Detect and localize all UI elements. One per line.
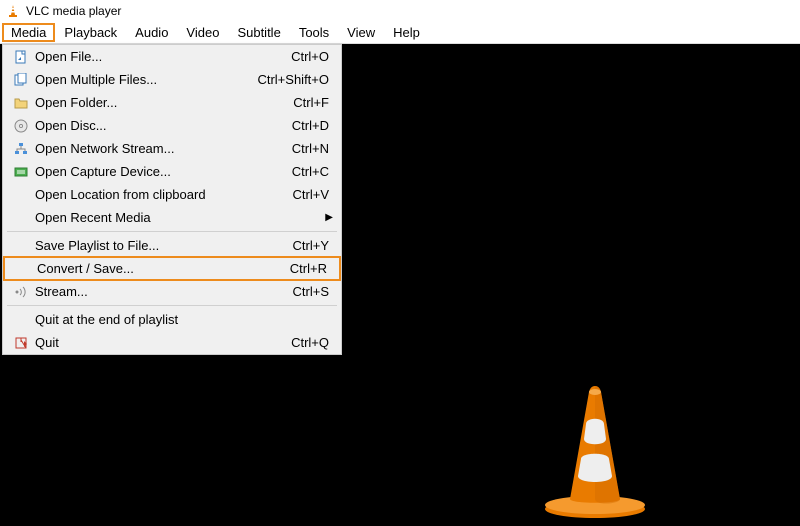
titlebar: VLC media player [0,0,800,22]
menu-item-stream[interactable]: Stream...Ctrl+S [3,280,341,303]
menu-audio[interactable]: Audio [126,23,177,42]
capture-icon [11,165,31,179]
window-title: VLC media player [26,4,121,18]
menu-item-label: Open Recent Media [31,210,333,225]
menu-item-label: Quit [31,335,291,350]
file-icon [11,50,31,64]
menu-item-label: Stream... [31,284,293,299]
menu-video[interactable]: Video [177,23,228,42]
files-icon [11,73,31,87]
menu-item-open-multiple-files[interactable]: Open Multiple Files...Ctrl+Shift+O [3,68,341,91]
menu-item-shortcut: Ctrl+D [292,118,333,133]
quit-icon [11,336,31,350]
menu-item-label: Open Folder... [31,95,293,110]
menu-item-open-folder[interactable]: Open Folder...Ctrl+F [3,91,341,114]
menu-item-shortcut: Ctrl+Q [291,335,333,350]
media-dropdown-menu: Open File...Ctrl+OOpen Multiple Files...… [2,44,342,355]
menubar: MediaPlaybackAudioVideoSubtitleToolsView… [0,22,800,44]
disc-icon [11,119,31,133]
menu-item-shortcut: Ctrl+N [292,141,333,156]
menu-item-label: Quit at the end of playlist [31,312,333,327]
menu-playback[interactable]: Playback [55,23,126,42]
menu-item-open-network-stream[interactable]: Open Network Stream...Ctrl+N [3,137,341,160]
menu-item-save-playlist-to-file[interactable]: Save Playlist to File...Ctrl+Y [3,234,341,257]
menu-view[interactable]: View [338,23,384,42]
menu-item-label: Open Disc... [31,118,292,133]
menu-item-label: Open Capture Device... [31,164,292,179]
menu-item-shortcut: Ctrl+C [292,164,333,179]
menu-item-open-capture-device[interactable]: Open Capture Device...Ctrl+C [3,160,341,183]
vlc-cone-logo [540,384,650,519]
menu-subtitle[interactable]: Subtitle [228,23,289,42]
menu-item-label: Open Multiple Files... [31,72,257,87]
menu-item-quit-at-the-end-of-playlist[interactable]: Quit at the end of playlist [3,308,341,331]
menu-separator [7,305,337,306]
vlc-cone-icon [6,4,20,18]
menu-item-shortcut: Ctrl+S [293,284,333,299]
network-icon [11,142,31,156]
video-area: Open File...Ctrl+OOpen Multiple Files...… [0,44,800,526]
menu-item-label: Open Network Stream... [31,141,292,156]
menu-media[interactable]: Media [2,23,55,42]
menu-item-label: Open Location from clipboard [31,187,293,202]
stream-icon [11,285,31,299]
menu-item-open-disc[interactable]: Open Disc...Ctrl+D [3,114,341,137]
menu-item-label: Open File... [31,49,291,64]
menu-item-open-recent-media[interactable]: Open Recent Media▶ [3,206,341,229]
menu-item-open-file[interactable]: Open File...Ctrl+O [3,45,341,68]
menu-item-label: Convert / Save... [33,261,290,276]
menu-tools[interactable]: Tools [290,23,338,42]
menu-help[interactable]: Help [384,23,429,42]
menu-separator [7,231,337,232]
menu-item-shortcut: Ctrl+Y [293,238,333,253]
menu-item-shortcut: Ctrl+R [290,261,331,276]
menu-item-shortcut: Ctrl+F [293,95,333,110]
menu-item-shortcut: Ctrl+Shift+O [257,72,333,87]
menu-item-quit[interactable]: QuitCtrl+Q [3,331,341,354]
folder-icon [11,96,31,110]
menu-item-convert-save[interactable]: Convert / Save...Ctrl+R [3,256,341,281]
menu-item-shortcut: Ctrl+V [293,187,333,202]
submenu-arrow-icon: ▶ [325,212,333,223]
menu-item-shortcut: Ctrl+O [291,49,333,64]
menu-item-label: Save Playlist to File... [31,238,293,253]
menu-item-open-location-from-clipboard[interactable]: Open Location from clipboardCtrl+V [3,183,341,206]
